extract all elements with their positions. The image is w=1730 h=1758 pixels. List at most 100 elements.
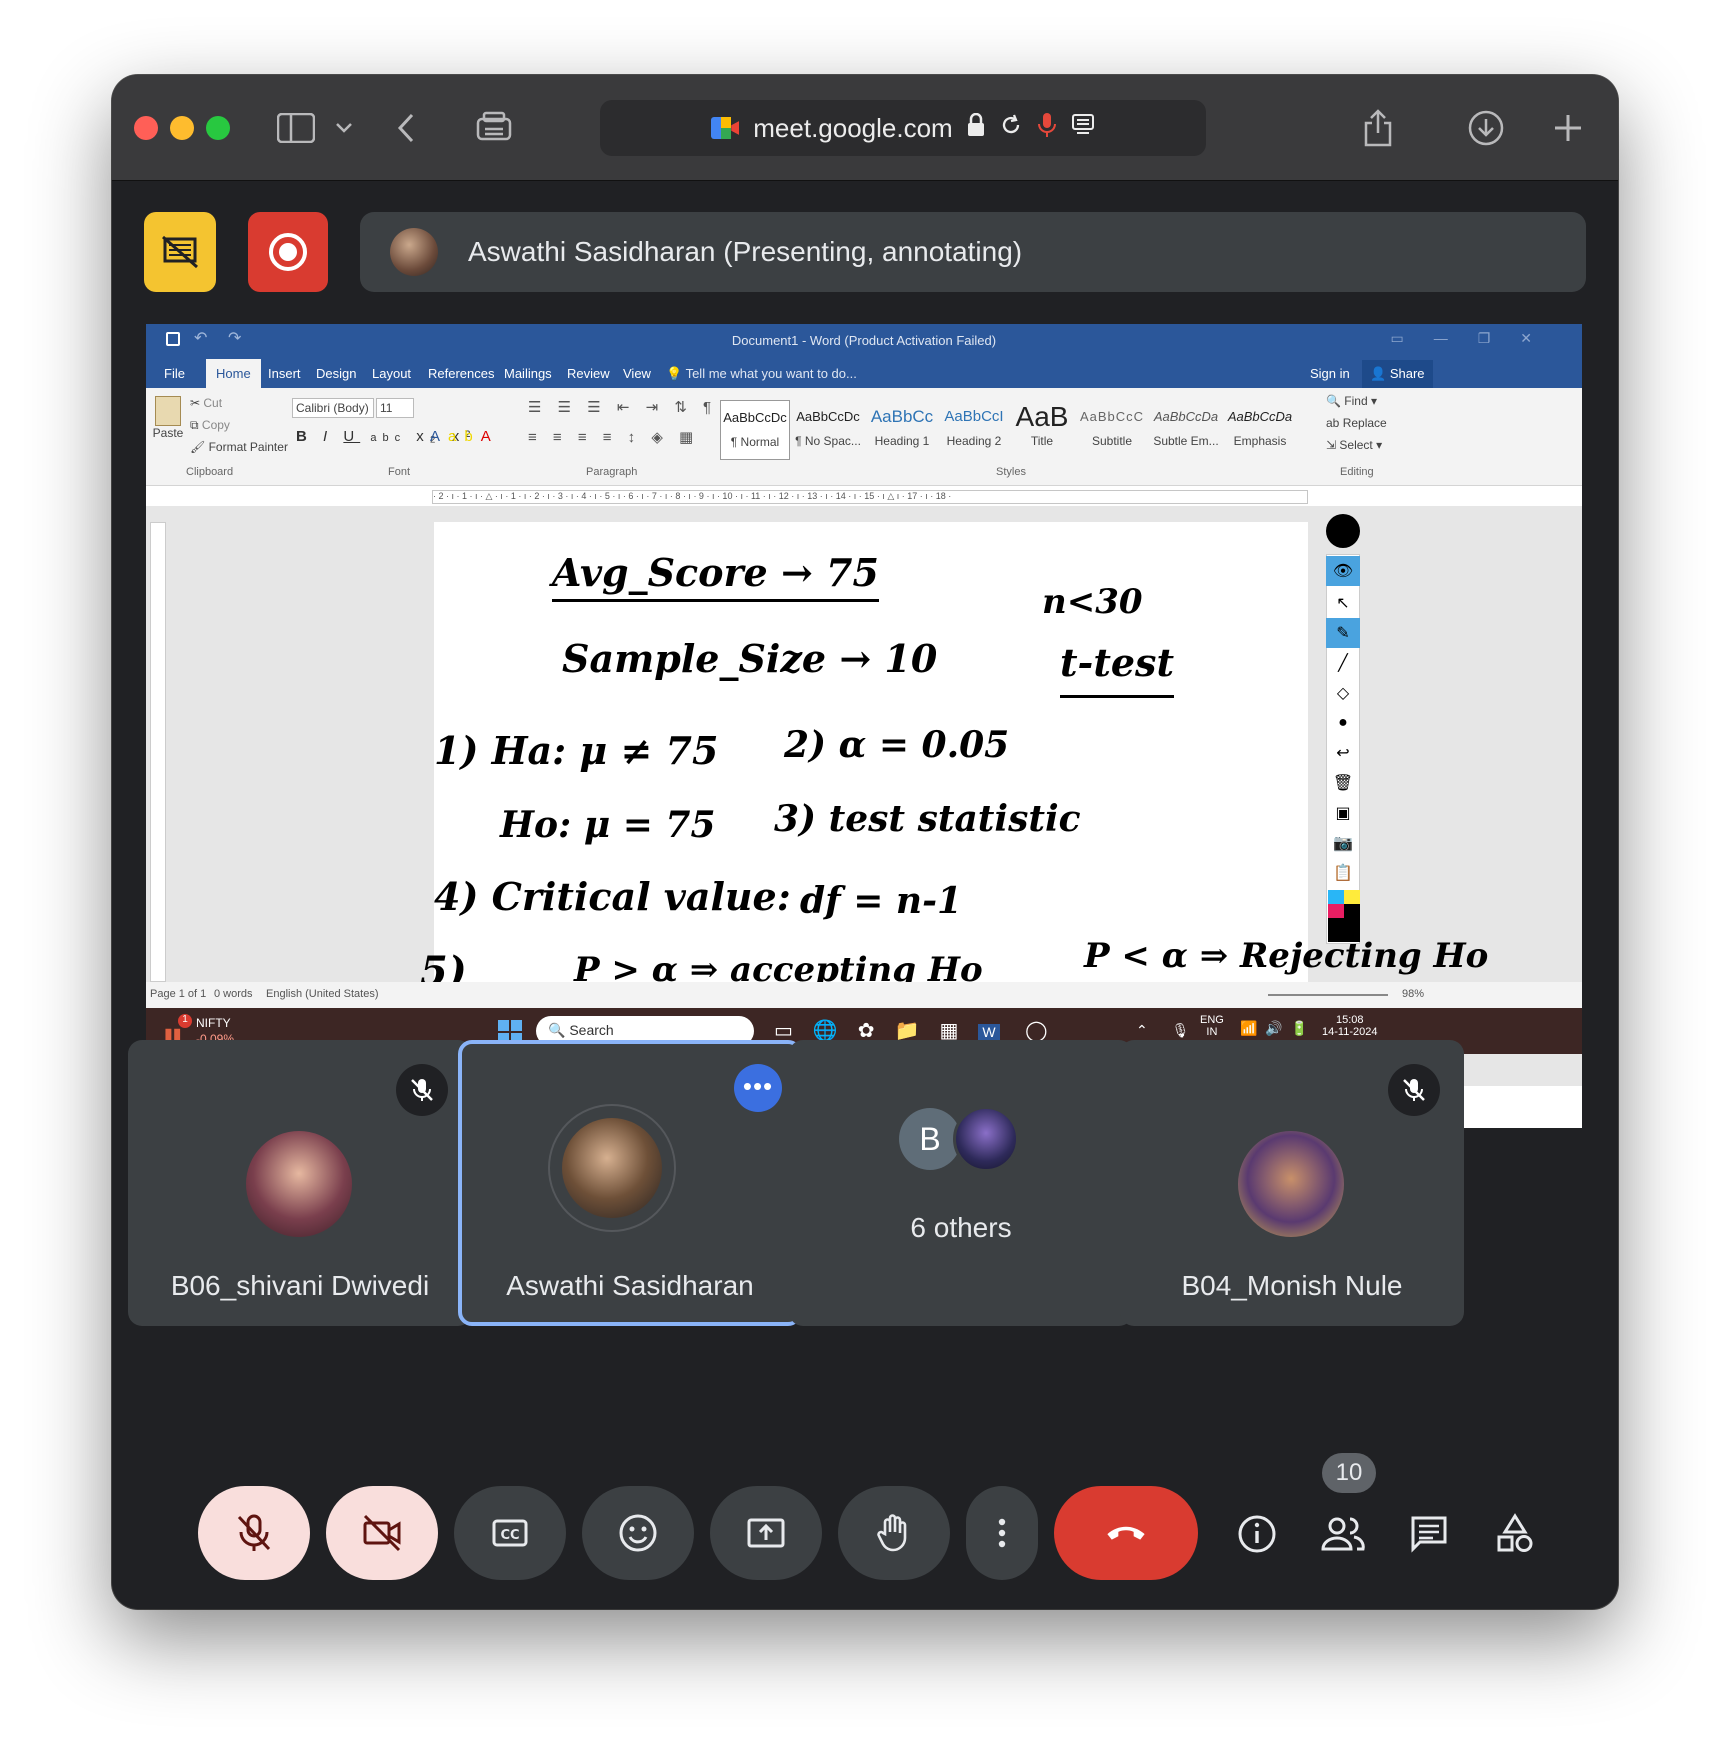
new-tab-icon[interactable] xyxy=(1548,105,1588,151)
participant-tile-active[interactable]: ••• Aswathi Sasidharan xyxy=(458,1040,802,1326)
page-count: Page 1 of 1 xyxy=(150,988,207,1000)
style-subtitle[interactable]: AaBbCcC Subtitle xyxy=(1076,400,1148,460)
style-title[interactable]: AaB Title xyxy=(1010,400,1074,460)
chevron-down-icon[interactable] xyxy=(332,105,356,151)
style-normal[interactable]: AaBbCcDc ¶ Normal xyxy=(720,400,790,460)
sign-in-link[interactable]: Sign in xyxy=(1310,366,1350,381)
hang-up-icon xyxy=(1107,1526,1145,1540)
document-title: Document1 - Word (Product Activation Fai… xyxy=(731,333,997,348)
camera-off-icon xyxy=(363,1514,401,1552)
select-button[interactable]: ⇲ Select ▾ xyxy=(1326,438,1382,452)
chat-button[interactable] xyxy=(1388,1493,1470,1575)
styles-group-label: Styles xyxy=(996,466,1026,478)
paste-button[interactable]: Paste xyxy=(152,396,184,440)
style-heading-1[interactable]: AaBbCc Heading 1 xyxy=(866,400,938,460)
camera-toggle-button[interactable] xyxy=(326,1486,438,1580)
sidebar-icon[interactable] xyxy=(274,105,318,151)
tab-overview-icon[interactable] xyxy=(472,105,516,151)
cursor-icon[interactable]: ↖ xyxy=(1326,588,1360,618)
stop-presenting-button[interactable] xyxy=(144,212,216,292)
zoom-slider[interactable] xyxy=(1268,994,1388,996)
share-icon[interactable] xyxy=(1358,105,1398,151)
language-indicator[interactable]: ENG IN xyxy=(1200,1014,1224,1038)
paragraph-buttons[interactable]: ☰ ☰ ☰ ⇤ ⇥ ⇅ ¶ xyxy=(528,398,717,416)
clock[interactable]: 15:08 14-11-2024 xyxy=(1322,1014,1377,1038)
back-arrow-icon[interactable] xyxy=(392,105,420,151)
camera-icon[interactable]: 📷 xyxy=(1326,828,1360,858)
mic-toggle-button[interactable] xyxy=(198,1486,310,1580)
people-button[interactable] xyxy=(1302,1493,1384,1575)
tab-references[interactable]: References xyxy=(428,366,494,381)
participant-tile[interactable]: B04_Monish Nule xyxy=(1120,1040,1464,1326)
tell-me-box[interactable]: 💡 Tell me what you want to do... xyxy=(666,366,857,382)
clipboard-annotation-icon[interactable]: 📋 xyxy=(1326,858,1360,888)
alignment-buttons[interactable]: ≡ ≡ ≡ ≡ ↕ ◈ ▦ xyxy=(528,428,699,446)
pen-icon[interactable]: ╱ xyxy=(1326,648,1360,678)
tab-mailings[interactable]: Mailings xyxy=(504,366,552,381)
copy-button[interactable]: ⧉ Copy xyxy=(190,418,230,433)
find-button[interactable]: 🔍 Find ▾ xyxy=(1326,394,1377,408)
font-name-select[interactable]: Calibri (Body) xyxy=(292,398,374,418)
recording-button[interactable] xyxy=(248,212,328,292)
highlighter-icon[interactable]: ✎ xyxy=(1326,618,1360,648)
more-options-button[interactable] xyxy=(966,1486,1038,1580)
annotation-line: Ho: μ = 75 xyxy=(500,804,716,846)
color-palette[interactable] xyxy=(1328,890,1360,942)
participant-tile-others[interactable]: B 6 others xyxy=(789,1040,1133,1326)
mic-off-icon xyxy=(396,1064,448,1116)
vertical-ruler[interactable] xyxy=(150,522,166,982)
word-title-bar: ↶ ↷ Document1 - Word (Product Activation… xyxy=(146,324,1582,388)
tab-view[interactable]: View xyxy=(623,366,651,381)
screen-share-indicator-icon[interactable] xyxy=(1071,113,1095,144)
language-status[interactable]: English (United States) xyxy=(266,988,379,1000)
reload-icon[interactable] xyxy=(999,113,1023,144)
style-heading-2[interactable]: AaBbCcI Heading 2 xyxy=(938,400,1010,460)
whiteboard-icon[interactable]: ▣ xyxy=(1326,798,1360,828)
style-subtle-emphasis[interactable]: AaBbCcDa Subtle Em... xyxy=(1150,400,1222,460)
eraser-icon[interactable]: ◇ xyxy=(1326,678,1360,708)
close-window-button[interactable] xyxy=(134,116,158,140)
replace-button[interactable]: ab Replace xyxy=(1326,416,1387,430)
tab-review[interactable]: Review xyxy=(567,366,610,381)
raise-hand-button[interactable] xyxy=(838,1486,950,1580)
present-button[interactable] xyxy=(710,1486,822,1580)
share-word-button[interactable]: 👤 Share xyxy=(1362,360,1433,388)
pin-icon[interactable] xyxy=(1326,514,1360,548)
zoom-window-button[interactable] xyxy=(206,116,230,140)
annotation-line: Avg_Score → 75 xyxy=(552,550,879,602)
activities-button[interactable] xyxy=(1474,1493,1556,1575)
network-volume-icons[interactable]: 📶🔊🔋 xyxy=(1240,1020,1316,1037)
tab-design[interactable]: Design xyxy=(316,366,356,381)
font-group-label: Font xyxy=(388,466,411,478)
minimize-window-button[interactable] xyxy=(170,116,194,140)
meeting-details-button[interactable] xyxy=(1216,1493,1298,1575)
tab-home[interactable]: Home xyxy=(206,359,261,388)
tab-file[interactable]: File xyxy=(164,366,185,381)
participant-tile[interactable]: B06_shivani Dwivedi xyxy=(128,1040,472,1326)
trash-icon[interactable]: 🗑 xyxy=(1326,768,1360,798)
more-options-icon[interactable]: ••• xyxy=(734,1064,782,1112)
leave-call-button[interactable] xyxy=(1054,1486,1198,1580)
downloads-icon[interactable] xyxy=(1466,105,1506,151)
reactions-button[interactable] xyxy=(582,1486,694,1580)
microphone-in-use-icon[interactable] xyxy=(1037,112,1057,145)
style-no-spacing[interactable]: AaBbCcDc ¶ No Spac... xyxy=(792,400,864,460)
undo-annotation-icon[interactable]: ↩ xyxy=(1326,738,1360,768)
tab-layout[interactable]: Layout xyxy=(372,366,411,381)
captions-button[interactable]: CC xyxy=(454,1486,566,1580)
style-emphasis[interactable]: AaBbCcDa Emphasis xyxy=(1224,400,1296,460)
text-color-buttons[interactable]: AabA xyxy=(430,428,499,445)
font-size-select[interactable]: 11 xyxy=(376,398,414,418)
tab-insert[interactable]: Insert xyxy=(268,366,301,381)
horizontal-ruler[interactable]: · 2 · ı · 1 · ı · △ · ı · 1 · ı · 2 · ı … xyxy=(432,490,1308,504)
dot-size-icon[interactable]: ● xyxy=(1326,708,1360,738)
address-bar[interactable]: meet.google.com xyxy=(600,100,1206,156)
format-painter-button[interactable]: 🖌 Format Painter xyxy=(190,440,288,454)
window-controls[interactable]: ▭—❐✕ xyxy=(1390,330,1562,347)
eye-icon[interactable]: 👁 xyxy=(1326,556,1360,586)
system-tray[interactable]: ⌃ 🎙 xyxy=(1136,1022,1199,1039)
zoom-level[interactable]: 98% xyxy=(1402,988,1424,1000)
styles-gallery[interactable]: AaBbCcDc ¶ Normal AaBbCcDc ¶ No Spac... Aa… xyxy=(720,392,1308,460)
editing-group-label: Editing xyxy=(1340,466,1374,478)
cut-button[interactable]: ✂ Cut xyxy=(190,396,222,410)
